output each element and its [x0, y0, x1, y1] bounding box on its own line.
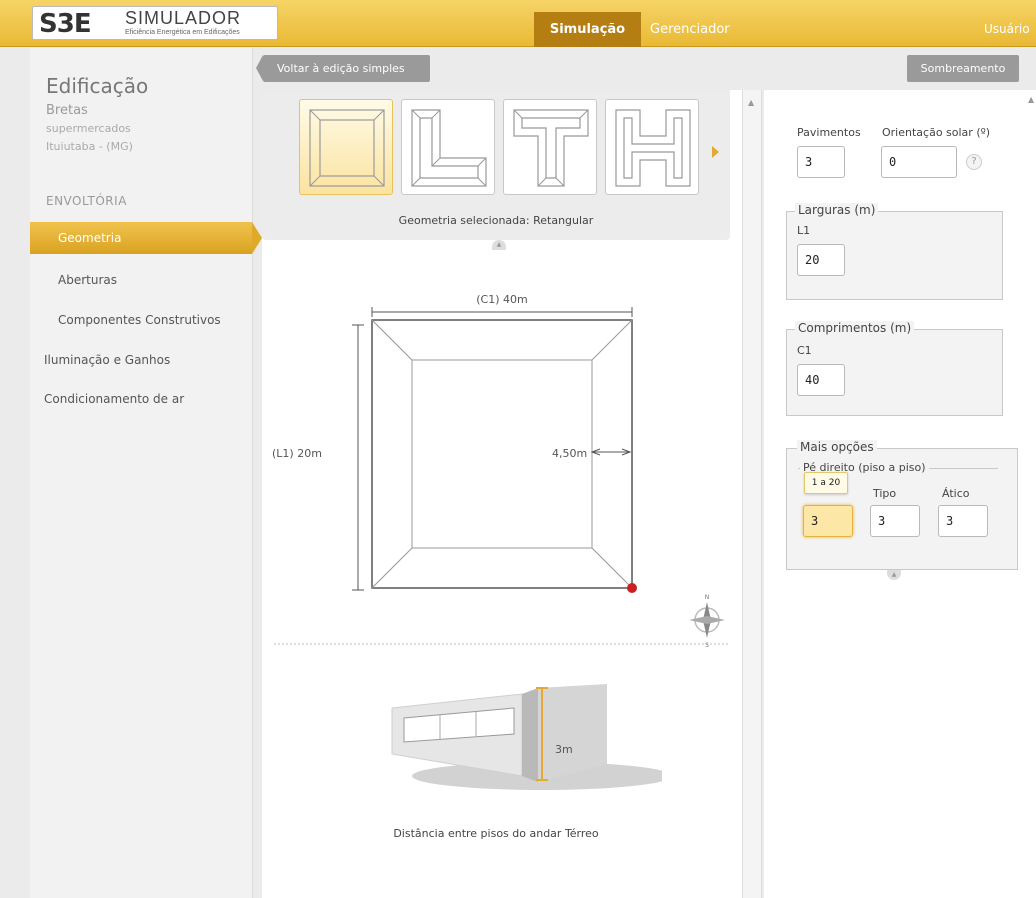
nav-usuario[interactable]: Usuário [984, 12, 1030, 47]
sidebar-item-aberturas[interactable]: Aberturas [58, 273, 117, 287]
sombreamento-button[interactable]: Sombreamento [907, 55, 1019, 82]
top-bar: S3E SIMULADOR Eficiência Energética em E… [0, 0, 1036, 47]
collapse-geometry-button[interactable]: ▲ [492, 240, 506, 250]
shape-h[interactable] [605, 99, 699, 195]
sidebar-item-geometria[interactable]: Geometria [30, 222, 252, 254]
section-envoltoria: ENVOLTÓRIA [46, 194, 127, 208]
sidebar-item-condicionamento[interactable]: Condicionamento de ar [44, 392, 184, 406]
help-icon[interactable]: ? [966, 154, 982, 170]
logo-title: SIMULADOR [125, 8, 242, 28]
scroll-up-icon[interactable]: ▲ [748, 98, 754, 107]
logo-subtitle: Eficiência Energética em Edificações [125, 29, 240, 36]
orientacao-label: Orientação solar (º) [882, 126, 991, 139]
back-to-simple-button[interactable]: Voltar à edição simples [256, 55, 430, 82]
sidebar-item-componentes[interactable]: Componentes Construtivos [58, 313, 221, 327]
elevation-height-label: 3m [555, 743, 573, 756]
shape-l[interactable] [401, 99, 495, 195]
building-city: Ituiutaba - (MG) [46, 140, 133, 153]
logo-mark: S3E [39, 9, 92, 39]
nav-simulacao[interactable]: Simulação [534, 12, 641, 47]
h-shape-icon [615, 109, 691, 187]
elevation-drawing: 3m [391, 684, 662, 790]
tipo-input[interactable]: 3 [870, 505, 920, 537]
compass-icon: N S [689, 594, 725, 649]
l1-label: L1 [797, 224, 811, 237]
dimension-c1-label: (C1) 40m [476, 293, 527, 306]
compass-n: N [705, 594, 710, 601]
elevation-caption: Distância entre pisos do andar Térreo [393, 827, 599, 840]
center-scrollbar[interactable]: ▲ [742, 90, 762, 898]
rect-shape-icon [309, 109, 385, 187]
mais-opcoes-legend: Mais opções [797, 440, 877, 454]
app-logo[interactable]: S3E SIMULADOR Eficiência Energética em E… [32, 6, 278, 40]
shape-rectangular[interactable] [299, 99, 393, 195]
pavimentos-label: Pavimentos [797, 126, 861, 139]
tipo-label: Tipo [873, 487, 897, 500]
l-shape-icon [411, 109, 487, 187]
compass-s: S [705, 642, 709, 649]
sidebar-item-iluminacao[interactable]: Iluminação e Ganhos [44, 353, 170, 367]
larguras-legend: Larguras (m) [795, 203, 879, 217]
pavimentos-input[interactable]: 3 [797, 146, 845, 178]
origin-marker [627, 583, 637, 593]
dimension-depth-label: 4,50m [552, 447, 587, 460]
terreo-input[interactable]: 3 [803, 505, 853, 537]
comprimentos-legend: Comprimentos (m) [795, 321, 915, 335]
nav-gerenciador[interactable]: Gerenciador [650, 12, 730, 47]
building-name: Bretas [46, 103, 88, 118]
atico-input[interactable]: 3 [938, 505, 988, 537]
page-title: Edificação [46, 74, 149, 98]
chevron-right-icon[interactable] [712, 146, 719, 158]
range-tooltip: 1 a 20 [804, 472, 848, 494]
geometry-caption: Geometria selecionada: Retangular [398, 214, 594, 227]
orientacao-input[interactable]: 0 [881, 146, 957, 178]
right-scroll-up-icon[interactable]: ▲ [1028, 95, 1034, 104]
sidebar: Edificação Bretas supermercados Ituiutab… [30, 48, 262, 898]
c1-label: C1 [797, 344, 812, 357]
atico-label: Ático [942, 487, 970, 500]
l1-input[interactable]: 20 [797, 244, 845, 276]
active-arrow-icon [252, 222, 262, 254]
dimension-l1-label: (L1) 20m [272, 447, 322, 460]
building-type: supermercados [46, 122, 131, 135]
c1-input[interactable]: 40 [797, 364, 845, 396]
shape-t[interactable] [503, 99, 597, 195]
geometry-selector: Geometria selecionada: Retangular [262, 90, 730, 240]
t-shape-icon [513, 109, 589, 187]
geometry-panel: Geometria selecionada: Retangular ▲ (C1)… [262, 90, 742, 898]
